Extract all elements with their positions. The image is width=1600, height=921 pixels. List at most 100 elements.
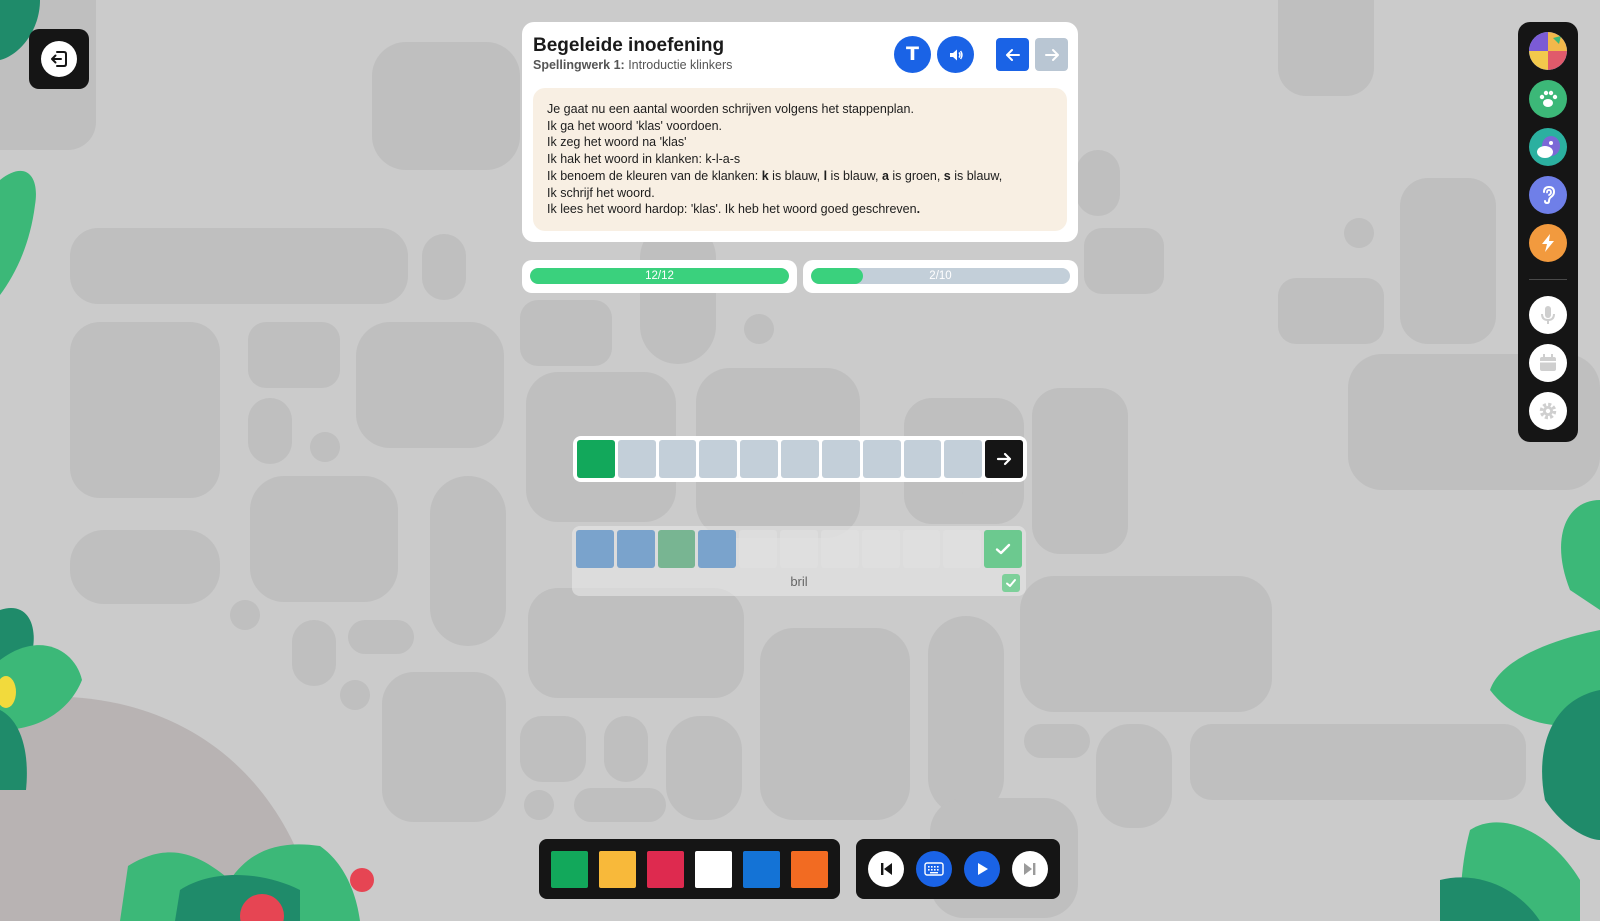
exercise-card: Begeleide inoefening Spellingwerk 1: Int… [522,22,1078,242]
previous-answer: bril [572,526,1026,596]
instruction-line: Ik benoem de kleuren van de klanken: k i… [547,168,1053,185]
progress-bar-exercises: 2/10 [803,260,1078,293]
sidebar-item-chart[interactable] [1529,32,1567,70]
skip-forward-button[interactable] [1012,851,1048,887]
skip-forward-icon [1024,863,1036,875]
instruction-line: Ik zeg het woord na 'klas' [547,135,687,150]
letter-tile[interactable] [740,440,779,478]
sidebar-item-calendar[interactable] [1529,344,1567,382]
previous-button[interactable] [996,38,1029,71]
letter-tile[interactable] [944,440,983,478]
letter-input-row [573,436,1027,482]
answer-tile [616,530,655,568]
instructions-box: Je gaat nu een aantal woorden schrijven … [533,88,1067,231]
sidebar-item-paw[interactable] [1529,80,1567,118]
instruction-line: Ik ga het woord 'klas' voordoen. [547,118,723,133]
skip-back-button[interactable] [868,851,904,887]
answer-tile [943,530,982,568]
sidebar-item-animal[interactable] [1529,128,1567,166]
letter-tile[interactable] [699,440,738,478]
arrow-right-icon [996,452,1012,466]
card-controls: T [894,36,1068,73]
gear-icon [1539,402,1557,420]
letter-tile[interactable] [862,440,901,478]
check-icon [995,543,1011,555]
instruction-text: . [916,202,921,217]
paw-icon [1539,90,1558,107]
chart-icon [1529,32,1567,70]
sidebar-item-settings[interactable] [1529,392,1567,430]
lightning-icon [1542,234,1554,252]
answer-tile [820,530,859,568]
check-icon [1006,579,1016,587]
instruction-text: is groen, [888,168,944,183]
answer-status [1002,574,1020,592]
exit-icon [41,41,77,77]
play-icon [978,863,988,875]
progress-label: 2/10 [929,270,952,282]
progress-track: 12/12 [530,268,789,284]
sidebar-item-ear[interactable] [1529,176,1567,214]
letter-tile[interactable] [577,440,615,478]
letter-tile[interactable] [658,440,697,478]
instruction-line: Je gaat nu een aantal woorden schrijven … [547,102,914,116]
color-swatch-white[interactable] [695,850,732,888]
answer-tile [902,530,941,568]
next-button[interactable] [1035,38,1068,71]
answer-word: bril [790,574,808,589]
text-button[interactable]: T [894,36,931,73]
submit-button[interactable] [985,440,1023,478]
sidebar [1518,22,1578,442]
color-swatch-blue[interactable] [743,850,780,888]
letter-tile[interactable] [617,440,656,478]
player-controls [856,839,1060,899]
sound-k: k [761,168,769,183]
speaker-icon [949,49,963,60]
instruction-line: Ik lees het woord hardop: 'klas'. Ik heb… [547,201,1053,218]
progress-track: 2/10 [811,268,1070,284]
instruction-text: Ik lees het woord hardop: 'klas'. Ik heb… [547,202,917,217]
color-swatch-green[interactable] [551,850,588,888]
answer-tiles [576,530,1022,568]
instruction-line: Ik schrijf het woord. [547,185,655,200]
instruction-text: is blauw, [827,168,882,183]
progress-bar-words: 12/12 [522,260,797,293]
progress-label: 12/12 [645,270,674,282]
plant-decoration-right [1440,500,1600,921]
color-swatch-red[interactable] [647,850,684,888]
sound-button[interactable] [937,36,974,73]
subtitle-prefix: Spellingwerk 1: [533,58,625,72]
sound-s: s [943,168,951,183]
sidebar-divider [1529,279,1567,280]
play-button[interactable] [964,851,1000,887]
skip-back-icon [881,863,892,875]
answer-tile [780,530,818,568]
letter-tile[interactable] [903,440,942,478]
plant-decoration-bottom-left [0,608,374,921]
keyboard-button[interactable] [916,851,952,887]
answer-tile [861,530,900,568]
answer-correct-tile [984,530,1022,568]
instruction-text: Ik benoem de kleuren van de klanken: [547,168,762,183]
sound-a: a [881,168,889,183]
answer-tile [657,530,696,568]
letter-tile[interactable] [821,440,860,478]
exit-button[interactable] [29,29,89,89]
color-swatch-orange[interactable] [791,850,828,888]
instruction-text: is blauw, [768,168,824,183]
color-palette [539,839,840,899]
text-icon: T [906,43,919,65]
calendar-icon [1540,354,1556,371]
letter-tile[interactable] [781,440,819,478]
instruction-text: is blauw, [950,168,1003,183]
answer-tile [739,530,778,568]
sidebar-item-lightning[interactable] [1529,224,1567,262]
color-swatch-yellow[interactable] [599,850,636,888]
arrow-right-icon [1044,48,1059,61]
answer-tile [698,530,737,568]
keyboard-icon [924,862,944,876]
microphone-icon [1541,306,1555,324]
arrow-left-icon [1005,48,1020,61]
answer-tile [576,530,614,568]
sidebar-item-microphone[interactable] [1529,296,1567,334]
